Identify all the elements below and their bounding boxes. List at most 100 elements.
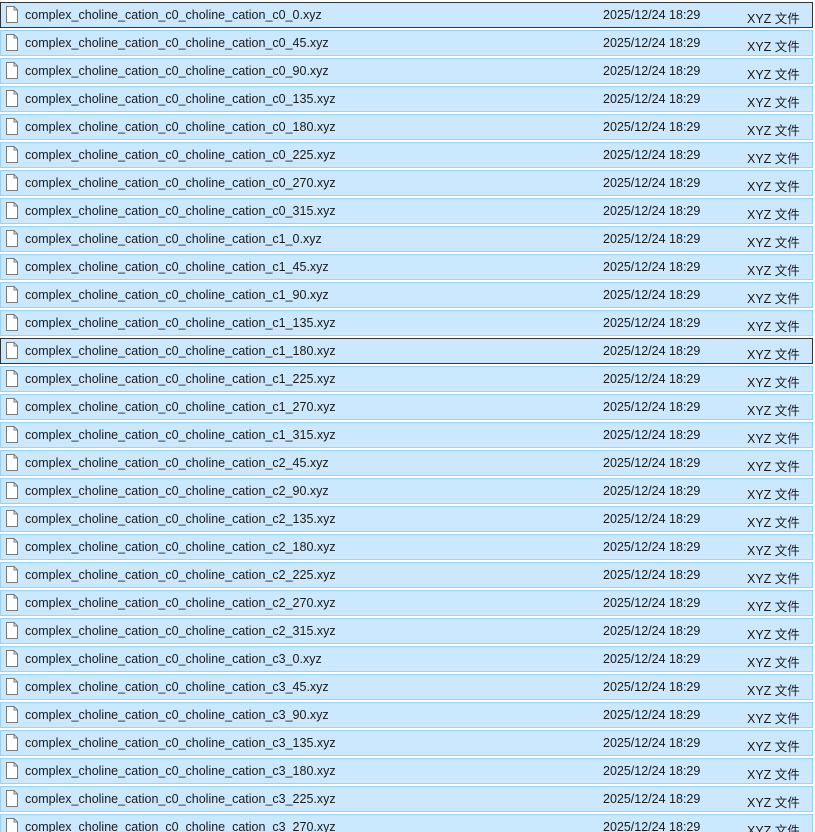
file-modified-date: 2025/12/24 18:29: [603, 624, 701, 638]
file-name: complex_choline_cation_c0_choline_cation…: [25, 820, 336, 832]
file-row[interactable]: complex_choline_cation_c0_choline_cation…: [0, 534, 813, 560]
file-modified-date: 2025/12/24 18:29: [603, 792, 701, 806]
file-row[interactable]: complex_choline_cation_c0_choline_cation…: [0, 366, 813, 392]
file-icon: [6, 426, 18, 443]
file-icon: [6, 650, 18, 667]
file-row[interactable]: complex_choline_cation_c0_choline_cation…: [0, 702, 813, 728]
file-icon: [6, 482, 18, 499]
file-row[interactable]: complex_choline_cation_c0_choline_cation…: [0, 2, 813, 28]
file-name: complex_choline_cation_c0_choline_cation…: [25, 792, 336, 806]
file-type: XYZ 文件: [747, 796, 800, 810]
file-row[interactable]: complex_choline_cation_c0_choline_cation…: [0, 758, 813, 784]
file-row[interactable]: complex_choline_cation_c0_choline_cation…: [0, 618, 813, 644]
file-row[interactable]: complex_choline_cation_c0_choline_cation…: [0, 562, 813, 588]
file-name: complex_choline_cation_c0_choline_cation…: [25, 148, 336, 162]
file-type: XYZ 文件: [747, 656, 800, 670]
file-type: XYZ 文件: [747, 320, 800, 334]
file-name: complex_choline_cation_c0_choline_cation…: [25, 64, 329, 78]
file-type: XYZ 文件: [747, 68, 800, 82]
file-icon: [6, 706, 18, 723]
file-name: complex_choline_cation_c0_choline_cation…: [25, 456, 329, 470]
file-row[interactable]: complex_choline_cation_c0_choline_cation…: [0, 478, 813, 504]
file-type: XYZ 文件: [747, 152, 800, 166]
file-name: complex_choline_cation_c0_choline_cation…: [25, 8, 322, 22]
file-name: complex_choline_cation_c0_choline_cation…: [25, 344, 336, 358]
file-row[interactable]: complex_choline_cation_c0_choline_cation…: [0, 198, 813, 224]
file-modified-date: 2025/12/24 18:29: [603, 36, 701, 50]
file-row[interactable]: complex_choline_cation_c0_choline_cation…: [0, 310, 813, 336]
file-icon: [6, 202, 18, 219]
file-row[interactable]: complex_choline_cation_c0_choline_cation…: [0, 282, 813, 308]
file-row[interactable]: complex_choline_cation_c0_choline_cation…: [0, 786, 813, 812]
file-name: complex_choline_cation_c0_choline_cation…: [25, 428, 336, 442]
file-name: complex_choline_cation_c0_choline_cation…: [25, 288, 329, 302]
file-modified-date: 2025/12/24 18:29: [603, 456, 701, 470]
file-row[interactable]: complex_choline_cation_c0_choline_cation…: [0, 226, 813, 252]
file-row[interactable]: complex_choline_cation_c0_choline_cation…: [0, 450, 813, 476]
file-type: XYZ 文件: [747, 96, 800, 110]
file-modified-date: 2025/12/24 18:29: [603, 484, 701, 498]
file-row[interactable]: complex_choline_cation_c0_choline_cation…: [0, 646, 813, 672]
file-row[interactable]: complex_choline_cation_c0_choline_cation…: [0, 506, 813, 532]
file-modified-date: 2025/12/24 18:29: [603, 64, 701, 78]
file-icon: [6, 174, 18, 191]
file-row[interactable]: complex_choline_cation_c0_choline_cation…: [0, 730, 813, 756]
file-modified-date: 2025/12/24 18:29: [603, 204, 701, 218]
file-row[interactable]: complex_choline_cation_c0_choline_cation…: [0, 170, 813, 196]
file-type: XYZ 文件: [747, 376, 800, 390]
file-type: XYZ 文件: [747, 40, 800, 54]
file-type: XYZ 文件: [747, 516, 800, 530]
file-row[interactable]: complex_choline_cation_c0_choline_cation…: [0, 30, 813, 56]
file-type: XYZ 文件: [747, 740, 800, 754]
file-name: complex_choline_cation_c0_choline_cation…: [25, 596, 336, 610]
file-name: complex_choline_cation_c0_choline_cation…: [25, 372, 336, 386]
file-icon: [6, 594, 18, 611]
file-row[interactable]: complex_choline_cation_c0_choline_cation…: [0, 814, 813, 832]
file-name: complex_choline_cation_c0_choline_cation…: [25, 316, 336, 330]
file-name: complex_choline_cation_c0_choline_cation…: [25, 540, 336, 554]
file-type: XYZ 文件: [747, 460, 800, 474]
file-row[interactable]: complex_choline_cation_c0_choline_cation…: [0, 394, 813, 420]
file-row[interactable]: complex_choline_cation_c0_choline_cation…: [0, 58, 813, 84]
file-name: complex_choline_cation_c0_choline_cation…: [25, 680, 329, 694]
file-type: XYZ 文件: [747, 236, 800, 250]
file-icon: [6, 62, 18, 79]
file-name: complex_choline_cation_c0_choline_cation…: [25, 568, 336, 582]
file-modified-date: 2025/12/24 18:29: [603, 316, 701, 330]
file-type: XYZ 文件: [747, 572, 800, 586]
file-type: XYZ 文件: [747, 264, 800, 278]
file-icon: [6, 566, 18, 583]
file-name: complex_choline_cation_c0_choline_cation…: [25, 624, 336, 638]
file-type: XYZ 文件: [747, 628, 800, 642]
file-modified-date: 2025/12/24 18:29: [603, 120, 701, 134]
file-name: complex_choline_cation_c0_choline_cation…: [25, 36, 329, 50]
file-type: XYZ 文件: [747, 684, 800, 698]
file-icon: [6, 258, 18, 275]
file-icon: [6, 398, 18, 415]
file-row[interactable]: complex_choline_cation_c0_choline_cation…: [0, 142, 813, 168]
file-icon: [6, 342, 18, 359]
file-modified-date: 2025/12/24 18:29: [603, 512, 701, 526]
file-type: XYZ 文件: [747, 432, 800, 446]
file-modified-date: 2025/12/24 18:29: [603, 8, 701, 22]
file-type: XYZ 文件: [747, 12, 800, 26]
file-type: XYZ 文件: [747, 824, 800, 832]
file-row[interactable]: complex_choline_cation_c0_choline_cation…: [0, 674, 813, 700]
file-type: XYZ 文件: [747, 768, 800, 782]
file-row[interactable]: complex_choline_cation_c0_choline_cation…: [0, 114, 813, 140]
file-type: XYZ 文件: [747, 124, 800, 138]
file-list[interactable]: complex_choline_cation_c0_choline_cation…: [0, 0, 815, 832]
file-modified-date: 2025/12/24 18:29: [603, 540, 701, 554]
file-modified-date: 2025/12/24 18:29: [603, 736, 701, 750]
file-row[interactable]: complex_choline_cation_c0_choline_cation…: [0, 254, 813, 280]
file-row[interactable]: complex_choline_cation_c0_choline_cation…: [0, 338, 813, 364]
file-type: XYZ 文件: [747, 180, 800, 194]
file-row[interactable]: complex_choline_cation_c0_choline_cation…: [0, 86, 813, 112]
file-type: XYZ 文件: [747, 544, 800, 558]
file-row[interactable]: complex_choline_cation_c0_choline_cation…: [0, 590, 813, 616]
file-icon: [6, 622, 18, 639]
file-type: XYZ 文件: [747, 712, 800, 726]
file-icon: [6, 762, 18, 779]
file-row[interactable]: complex_choline_cation_c0_choline_cation…: [0, 422, 813, 448]
file-modified-date: 2025/12/24 18:29: [603, 428, 701, 442]
